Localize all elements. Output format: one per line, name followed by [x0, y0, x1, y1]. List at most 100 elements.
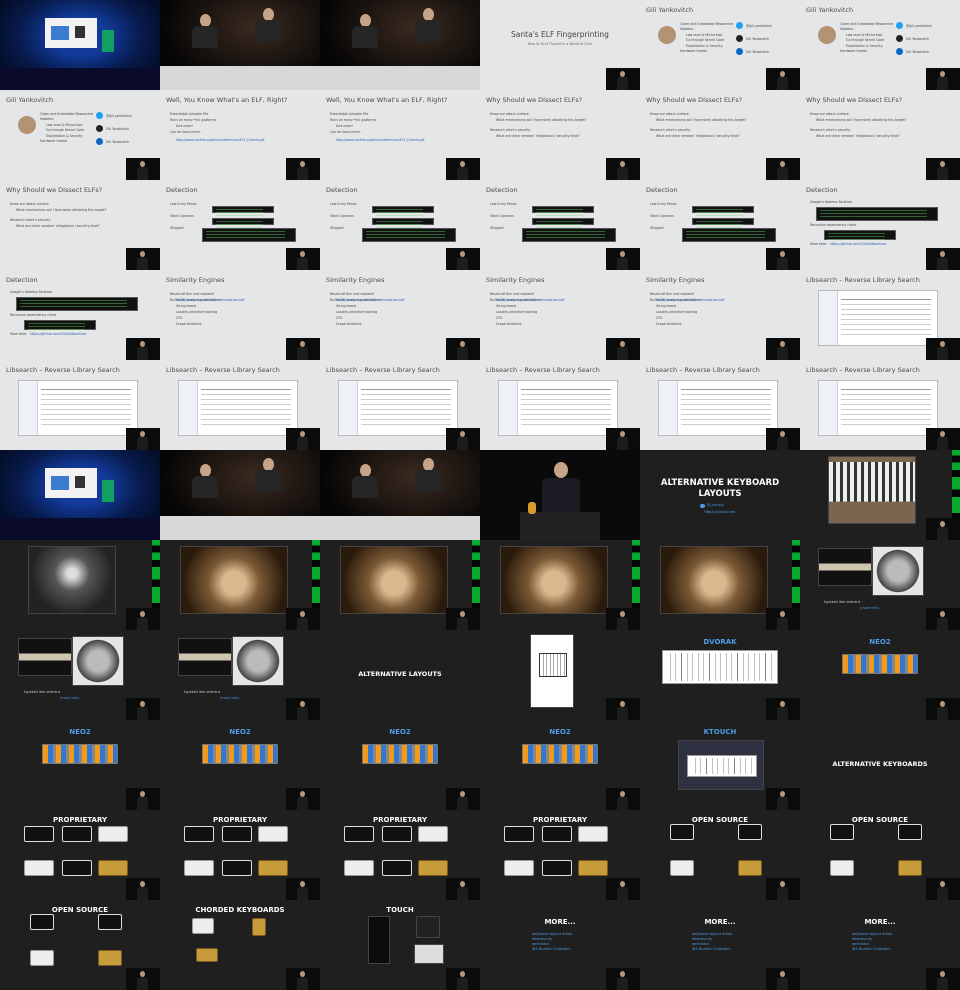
more-info-link[interactable]: (more info): [220, 696, 239, 700]
slide-content: Detection Google's Address Sanitizer Recur…: [800, 180, 960, 270]
slide-content: Gili Yankovitch Cyber and Embedded Resear…: [0, 90, 160, 180]
slide-title: Libsearch – Reverse Library Search: [6, 366, 120, 374]
reference-link[interactable]: http://www.skyfree.org/linux/references/…: [176, 138, 265, 142]
terminal-output: [24, 320, 96, 330]
slide-thumbnail: PROPRIETARY: [0, 810, 160, 900]
reference-link[interactable]: https://www.cs.ucsb.edu/~ebrucker/sdi.pd…: [336, 298, 405, 302]
slide-bullet: Research other's security: [10, 218, 51, 222]
slide-content: [320, 450, 480, 540]
terminal-output: [212, 218, 274, 225]
more-info-link[interactable]: (more info): [860, 606, 879, 610]
slide-bullet: And more!: [176, 124, 193, 128]
slide-content: NEO2: [800, 630, 960, 720]
github-icon: [96, 125, 103, 132]
speaker-body: [297, 347, 308, 360]
screen-figure: [51, 26, 69, 40]
slide-bullet: What are other vendors' mitigations / se…: [496, 134, 580, 138]
slide-title: PROPRIETARY: [212, 816, 268, 824]
slide-bullet: Stripped: [650, 226, 664, 230]
slide-title: Detection: [486, 186, 518, 194]
speaker-body: [777, 617, 788, 630]
stage-floor: [0, 68, 160, 90]
slide-content: Libsearch – Reverse Library Search: [800, 360, 960, 450]
slide-bullet: CFG: [176, 316, 183, 320]
qr-code: [75, 26, 85, 38]
social-handle: Gili Yankovitch: [106, 127, 130, 131]
slide-bullet: Know our attack surface: [810, 112, 849, 116]
typeball-photo: [72, 636, 124, 686]
more-link[interactable]: IBS Burden Collection: [692, 947, 731, 952]
slide-content: Gili Yankovitch Cyber and Embedded Resear…: [800, 0, 960, 90]
keyboard-photo: [98, 826, 128, 842]
slide-content: Why Should we Dissect ELFs? Know our atta…: [480, 90, 640, 180]
more-link[interactable]: IBS Burden Collection: [532, 947, 571, 952]
slide-bullet: Graph similarity: [336, 322, 362, 326]
reference-link[interactable]: https://github.com/Gili0/elfsanitizer: [30, 332, 86, 336]
slide-photo: [340, 546, 448, 614]
slide-content: Libsearch – Reverse Library Search: [160, 360, 320, 450]
speaker-inset: [286, 608, 320, 630]
speaker-inset: [926, 698, 960, 720]
slide-thumbnail: Detection Low-Entry Points Stack Canaries S…: [160, 180, 320, 270]
speaker-inset: [286, 788, 320, 810]
speaker-inset: [126, 878, 160, 900]
keyboard-photo: [222, 826, 252, 842]
slide-title: NEO2: [69, 728, 91, 736]
reference-link[interactable]: https://www.cs.ucsb.edu/~ebrucker/sdi.pd…: [656, 298, 725, 302]
patent-sketch: [539, 653, 567, 677]
speaker-body: [617, 797, 628, 810]
slide-title: Why Should we Dissect ELFs?: [486, 96, 583, 104]
slide-content: [0, 450, 160, 540]
chorded-keyboard-photo: [196, 948, 218, 962]
more-info-link[interactable]: (more info): [60, 696, 79, 700]
slide-content: NEO2: [320, 720, 480, 810]
panelist-2: [415, 458, 441, 492]
reference-link[interactable]: https://www.cs.ucsb.edu/~ebrucker/sdi.pd…: [176, 298, 245, 302]
slide-thumbnail: Well, You Know What's an ELF, Right? Exec…: [160, 90, 320, 180]
slide-bullet: Stack Canaries: [650, 214, 674, 218]
speaker-body: [777, 347, 788, 360]
speaker-inset: [606, 428, 640, 450]
speaker-body: [937, 707, 948, 720]
slide-bullet: Based off this nice research: [170, 292, 215, 296]
speaker-inset: [926, 608, 960, 630]
slide-thumbnail: Detection Low-Entry Points Stack Canaries S…: [480, 180, 640, 270]
speaker-inset: [766, 68, 800, 90]
slide-thumbnail: Similarity Engines Based off this nice re…: [160, 270, 320, 360]
speaker-inset: [286, 698, 320, 720]
reference-link[interactable]: http://www.skyfree.org/linux/references/…: [336, 138, 425, 142]
slide-title: Similarity Engines: [326, 276, 385, 284]
typewriter-photo: [18, 638, 72, 676]
ktouch-screenshot: [678, 740, 764, 790]
panelist-2: [255, 458, 281, 492]
speaker-body: [617, 977, 628, 990]
slide-thumbnail: Why Should we Dissect ELFs? Know our atta…: [0, 180, 160, 270]
slide-content: Santa's ELF Fingerprinting How to Find Th…: [480, 0, 640, 90]
slide-bullet: Stripped: [330, 226, 344, 230]
slide-title: Detection: [326, 186, 358, 194]
speaker-body: [457, 257, 468, 270]
slide-thumbnail: OPEN SOURCE: [800, 810, 960, 900]
slide-bullet: Executable Linkable File: [170, 112, 209, 116]
website-link[interactable]: https://skhalil.net: [640, 510, 800, 514]
reference-link[interactable]: https://github.com/Gili0/elfsanitizer: [830, 242, 886, 246]
slide-content: [480, 450, 640, 540]
slide-title: Santa's ELF Fingerprinting: [511, 30, 609, 39]
reference-link[interactable]: https://www.cs.ucsb.edu/~ebrucker/sdi.pd…: [496, 298, 565, 302]
speaker-inset: [286, 878, 320, 900]
slide-bullet: Stack Canaries: [170, 214, 194, 218]
slide-content: NEO2: [160, 720, 320, 810]
slide-content: PROPRIETARY: [160, 810, 320, 900]
slide-title: CHORDED KEYBOARDS: [195, 906, 285, 914]
terminal-output: [372, 206, 434, 213]
slide-photo: [28, 546, 116, 614]
slide-thumbnail: Well, You Know What's an ELF, Right? Exec…: [320, 90, 480, 180]
slide-content: Well, You Know What's an ELF, Right? Exec…: [160, 90, 320, 180]
slide-bullet: More here:: [810, 242, 828, 246]
more-link[interactable]: IBS Burden Collection: [852, 947, 891, 952]
slide-title: MORE...: [704, 918, 736, 926]
typewriter-photo: [178, 638, 232, 676]
neo2-keyboard-image: [202, 744, 278, 764]
speaker-inset: [446, 608, 480, 630]
slide-bullet: String based: [496, 304, 517, 308]
